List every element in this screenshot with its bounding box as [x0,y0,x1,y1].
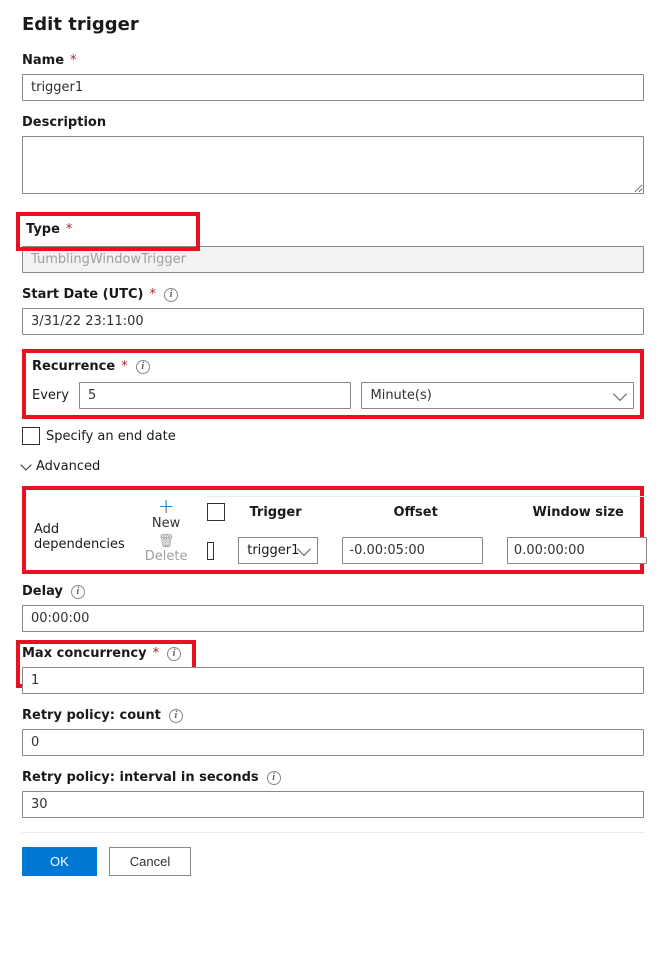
recurrence-label: Recurrence*i [32,359,634,374]
type-label: Type* [26,222,196,237]
retry-count-input[interactable] [22,729,644,756]
add-dependencies-label: Add dependencies [34,496,125,552]
retry-count-label: Retry policy: counti [22,708,644,723]
dependency-row: trigger1 [207,537,647,564]
type-highlight: Type* [16,212,200,251]
delay-input[interactable] [22,605,644,632]
retry-interval-label: Retry policy: interval in secondsi [22,770,644,785]
delay-label: Delayi [22,584,644,599]
info-icon[interactable]: i [71,585,85,599]
every-label: Every [32,388,69,403]
advanced-toggle[interactable]: Advanced [22,459,644,474]
recurrence-every-input[interactable] [79,382,352,409]
delete-button: Delete [145,549,188,564]
start-date-input[interactable] [22,308,644,335]
info-icon[interactable]: i [169,709,183,723]
name-label: Name* [22,53,644,68]
trigger-column-header: Trigger [249,505,369,520]
recurrence-unit-select[interactable]: Minute(s) [361,382,634,409]
trash-icon: 🗑 [158,535,175,548]
cancel-button[interactable]: Cancel [109,847,191,876]
dependency-window-input[interactable] [507,537,648,564]
offset-column-header: Offset [393,505,508,520]
max-concurrency-input[interactable] [22,667,644,694]
retry-interval-input[interactable] [22,791,644,818]
new-button[interactable]: New [152,516,180,531]
info-icon[interactable]: i [164,288,178,302]
select-all-checkbox[interactable] [207,503,225,521]
page-title: Edit trigger [22,14,644,35]
info-icon[interactable]: i [267,771,281,785]
ok-button[interactable]: OK [22,847,97,876]
specify-end-checkbox[interactable] [22,427,40,445]
start-date-label: Start Date (UTC)*i [22,287,644,302]
chevron-down-icon [613,386,627,400]
dependency-trigger-select[interactable]: trigger1 [238,537,318,564]
dependencies-highlight: Add dependencies + New 🗑 Delete Trigger … [22,486,644,574]
description-textarea[interactable] [22,136,644,194]
recurrence-highlight: Recurrence*i Every Minute(s) [22,349,644,419]
window-column-header: Window size [532,505,647,520]
info-icon[interactable]: i [167,647,181,661]
name-input[interactable] [22,74,644,101]
plus-icon[interactable]: + [158,496,175,516]
max-concurrency-label: Max concurrency*i [22,646,644,661]
chevron-down-icon [297,541,311,555]
info-icon[interactable]: i [136,360,150,374]
row-checkbox[interactable] [207,542,214,560]
description-label: Description [22,115,644,130]
specify-end-label: Specify an end date [46,429,176,444]
dependency-offset-input[interactable] [342,537,483,564]
chevron-down-icon [20,459,31,470]
